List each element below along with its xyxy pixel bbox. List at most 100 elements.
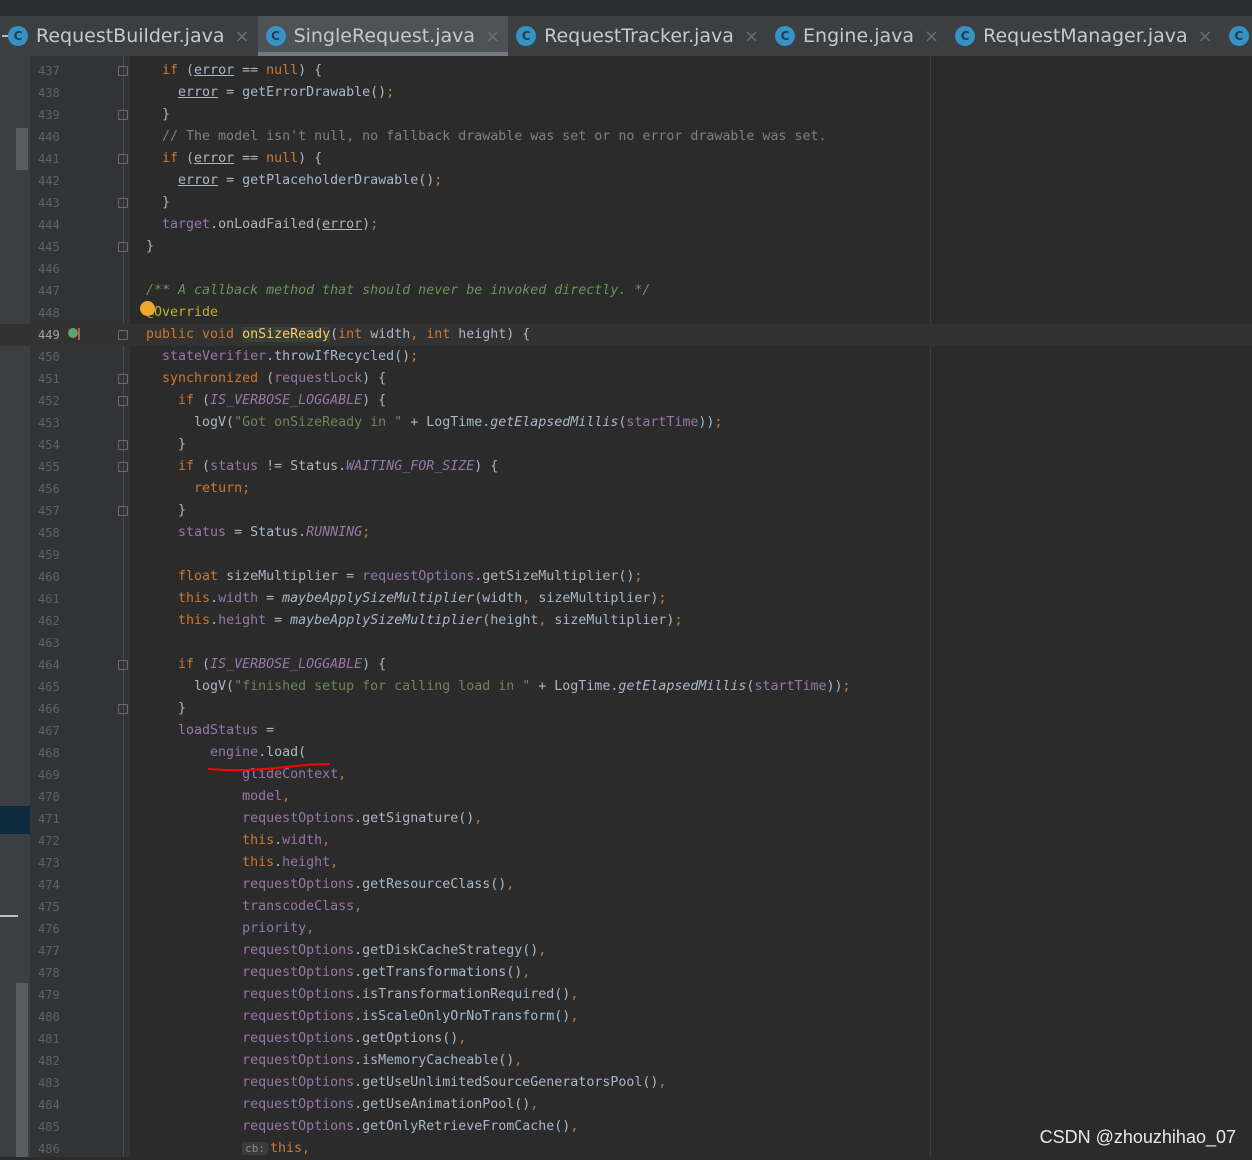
code-line[interactable]: 457 } — [0, 500, 1252, 522]
code-line[interactable]: 473 this.height, — [0, 852, 1252, 874]
line-number[interactable]: 461 — [38, 588, 68, 610]
code-line[interactable]: 464 if (IS_VERBOSE_LOGGABLE) { — [0, 654, 1252, 676]
line-number[interactable]: 451 — [38, 368, 68, 390]
line-number[interactable]: 458 — [38, 522, 68, 544]
fold-marker-icon[interactable] — [118, 440, 128, 450]
code-line[interactable]: 481 requestOptions.getOptions(), — [0, 1028, 1252, 1050]
code-line[interactable]: 460 float sizeMultiplier = requestOption… — [0, 566, 1252, 588]
code-line[interactable]: 439 } — [0, 104, 1252, 126]
line-number[interactable]: 448 — [38, 302, 68, 324]
close-tab-icon[interactable]: × — [924, 26, 939, 47]
close-tab-icon[interactable]: × — [485, 26, 500, 47]
line-number[interactable]: 452 — [38, 390, 68, 412]
code-line[interactable]: 445} — [0, 236, 1252, 258]
line-number[interactable]: 438 — [38, 82, 68, 104]
line-number[interactable]: 446 — [38, 258, 68, 280]
line-number[interactable]: 445 — [38, 236, 68, 258]
fold-marker-icon[interactable] — [118, 110, 128, 120]
code-line[interactable]: 468 engine.load( — [0, 742, 1252, 764]
code-line[interactable]: 472 this.width, — [0, 830, 1252, 852]
fold-marker-icon[interactable] — [118, 330, 128, 340]
close-tab-icon[interactable]: × — [1198, 26, 1213, 47]
fold-marker-icon[interactable] — [118, 154, 128, 164]
override-arrow-icon[interactable] — [78, 328, 80, 340]
close-tab-icon[interactable]: × — [744, 26, 759, 47]
code-line[interactable]: 469 glideContext, — [0, 764, 1252, 786]
line-number[interactable]: 474 — [38, 874, 68, 896]
close-tab-icon[interactable]: × — [234, 26, 249, 47]
code-line[interactable]: 484 requestOptions.getUseAnimationPool()… — [0, 1094, 1252, 1116]
line-number[interactable]: 437 — [38, 60, 68, 82]
line-number[interactable]: 449 — [38, 324, 68, 346]
line-number[interactable]: 470 — [38, 786, 68, 808]
line-number[interactable]: 471 — [38, 808, 68, 830]
code-line[interactable]: 442 error = getPlaceholderDrawable(); — [0, 170, 1252, 192]
code-line[interactable]: 471 requestOptions.getSignature(), — [0, 808, 1252, 830]
intention-bulb-icon[interactable] — [140, 301, 155, 316]
line-number[interactable]: 467 — [38, 720, 68, 742]
code-line[interactable]: 478 requestOptions.getTransformations(), — [0, 962, 1252, 984]
line-number[interactable]: 478 — [38, 962, 68, 984]
line-number[interactable]: 457 — [38, 500, 68, 522]
code-line[interactable]: 443 } — [0, 192, 1252, 214]
code-line[interactable]: 477 requestOptions.getDiskCacheStrategy(… — [0, 940, 1252, 962]
fold-marker-icon[interactable] — [118, 660, 128, 670]
line-number[interactable]: 455 — [38, 456, 68, 478]
implements-method-icon[interactable] — [68, 328, 78, 338]
line-number[interactable]: 447 — [38, 280, 68, 302]
line-number[interactable]: 442 — [38, 170, 68, 192]
line-number[interactable]: 475 — [38, 896, 68, 918]
fold-marker-icon[interactable] — [118, 242, 128, 252]
line-number[interactable]: 441 — [38, 148, 68, 170]
code-line[interactable]: 440 // The model isn't null, no fallback… — [0, 126, 1252, 148]
code-line[interactable]: 480 requestOptions.isScaleOnlyOrNoTransf… — [0, 1006, 1252, 1028]
line-number[interactable]: 484 — [38, 1094, 68, 1116]
line-number[interactable]: 473 — [38, 852, 68, 874]
tab-engine-java[interactable]: C Engine.java × — [767, 16, 947, 56]
code-line[interactable]: 441 if (error == null) { — [0, 148, 1252, 170]
code-line[interactable]: 467 loadStatus = — [0, 720, 1252, 742]
code-line[interactable]: 465 logV("finished setup for calling loa… — [0, 676, 1252, 698]
code-line[interactable]: 483 requestOptions.getUseUnlimitedSource… — [0, 1072, 1252, 1094]
line-number[interactable]: 459 — [38, 544, 68, 566]
line-number[interactable]: 480 — [38, 1006, 68, 1028]
code-line[interactable]: 459 — [0, 544, 1252, 566]
fold-marker-icon[interactable] — [118, 66, 128, 76]
code-line[interactable]: 474 requestOptions.getResourceClass(), — [0, 874, 1252, 896]
code-line[interactable]: 437 if (error == null) { — [0, 60, 1252, 82]
line-number[interactable]: 450 — [38, 346, 68, 368]
code-line[interactable]: 470 model, — [0, 786, 1252, 808]
line-number[interactable]: 439 — [38, 104, 68, 126]
tab-requestbuilder-java[interactable]: C RequestBuilder.java × — [0, 16, 258, 56]
tab-requesttracker-java[interactable]: C RequestTracker.java × — [508, 16, 767, 56]
fold-marker-icon[interactable] — [118, 198, 128, 208]
tab-requestmanager-java[interactable]: C RequestManager.java × — [947, 16, 1221, 56]
code-line[interactable]: 463 — [0, 632, 1252, 654]
line-number[interactable]: 453 — [38, 412, 68, 434]
code-line[interactable]: 476 priority, — [0, 918, 1252, 940]
code-line[interactable]: 446 — [0, 258, 1252, 280]
code-line[interactable]: 444 target.onLoadFailed(error); — [0, 214, 1252, 236]
code-line[interactable]: 447 /** A callback method that should nev… — [0, 280, 1252, 302]
fold-marker-icon[interactable] — [118, 396, 128, 406]
code-line[interactable]: 455 if (status != Status.WAITING_FOR_SIZ… — [0, 456, 1252, 478]
line-number[interactable]: 481 — [38, 1028, 68, 1050]
line-number[interactable]: 456 — [38, 478, 68, 500]
line-number[interactable]: 485 — [38, 1116, 68, 1138]
line-number[interactable]: 464 — [38, 654, 68, 676]
fold-marker-icon[interactable] — [118, 506, 128, 516]
code-line[interactable]: 449 public void onSizeReady(int width, in… — [0, 324, 1252, 346]
code-line[interactable]: 448 @Override — [0, 302, 1252, 324]
tab-singlerequest-java[interactable]: C SingleRequest.java × — [257, 16, 509, 56]
code-line[interactable]: 462 this.height = maybeApplySizeMultipli… — [0, 610, 1252, 632]
line-number[interactable]: 443 — [38, 192, 68, 214]
code-line[interactable]: 466 } — [0, 698, 1252, 720]
fold-marker-icon[interactable] — [118, 462, 128, 472]
line-number[interactable]: 469 — [38, 764, 68, 786]
code-line[interactable]: 450 stateVerifier.throwIfRecycled(); — [0, 346, 1252, 368]
code-line[interactable]: 456 return; — [0, 478, 1252, 500]
line-number[interactable]: 482 — [38, 1050, 68, 1072]
code-line[interactable]: 475 transcodeClass, — [0, 896, 1252, 918]
line-number[interactable]: 479 — [38, 984, 68, 1006]
code-line[interactable]: 458 status = Status.RUNNING; — [0, 522, 1252, 544]
